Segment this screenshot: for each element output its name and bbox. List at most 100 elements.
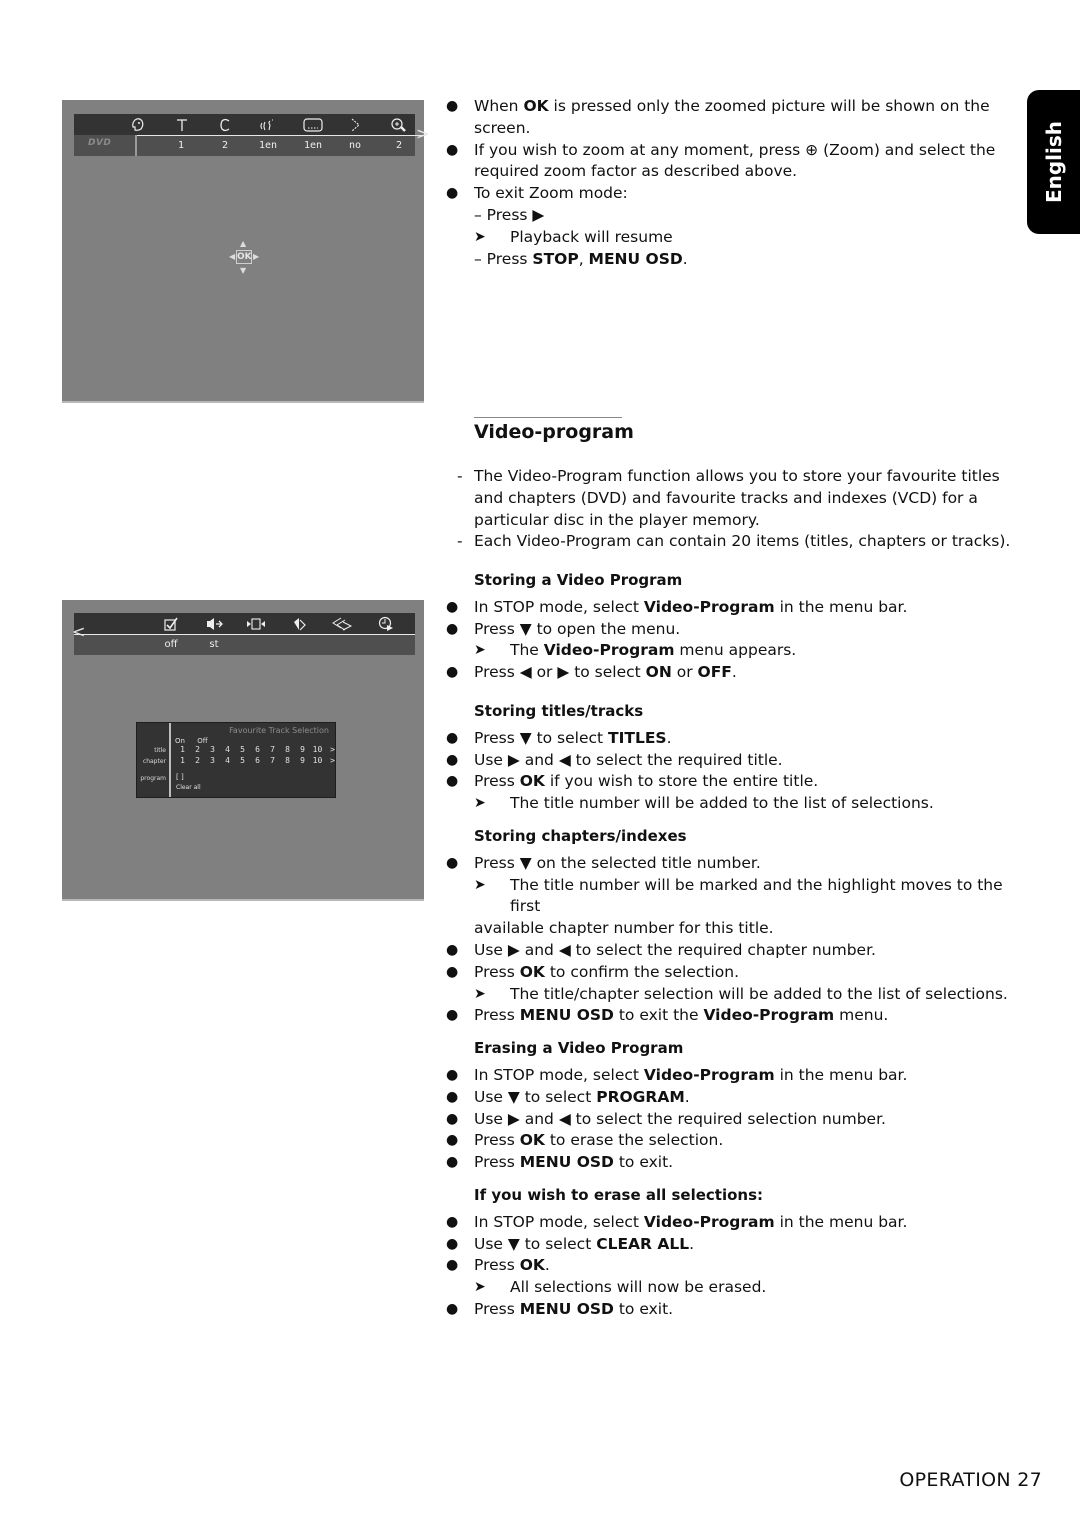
list-item: Each Video-Program can contain 20 items …	[446, 531, 1026, 553]
instruction-step: Press MENU OSD to exit.	[446, 1152, 1026, 1174]
title-number-2[interactable]: 2	[190, 745, 205, 754]
title-number-7[interactable]: 7	[265, 745, 280, 754]
title-number-10[interactable]: 10	[310, 745, 325, 754]
video-program-description: The Video-Program function allows you to…	[446, 466, 1026, 553]
arrow-down-icon: ▼	[240, 266, 247, 275]
list-item: – Press STOP, MENU OSD.	[474, 249, 688, 268]
title-number-5[interactable]: 5	[235, 745, 250, 754]
subsection: Storing a Video Program In STOP mode, sel…	[446, 570, 1026, 684]
instruction-step: In STOP mode, select Video-Program in th…	[446, 1065, 1026, 1087]
instruction-step: Use ▼ to select PROGRAM.	[446, 1087, 1026, 1109]
on-option[interactable]: On	[175, 737, 185, 745]
chevron-right-icon[interactable]: >	[325, 745, 340, 754]
title-number-8[interactable]: 8	[280, 745, 295, 754]
result-note: The title number will be marked and the …	[446, 875, 1026, 919]
frame-by-frame-icon[interactable]	[245, 615, 267, 633]
chapter-number-4[interactable]: 4	[220, 756, 235, 765]
instruction-step: In STOP mode, select Video-Program in th…	[446, 1212, 1026, 1234]
arrow-right-icon: ▶	[253, 252, 260, 261]
chapter-number-9[interactable]: 9	[295, 756, 310, 765]
osd-menu-bar: < off st	[72, 613, 415, 655]
language-tab: English	[1027, 90, 1080, 234]
chapter-number-6[interactable]: 6	[250, 756, 265, 765]
clear-all-option[interactable]: Clear all	[176, 784, 201, 791]
title-number-1[interactable]: 1	[175, 745, 190, 754]
list-item: – Press ▶	[474, 205, 545, 224]
panel-title: Favourite Track Selection	[229, 726, 329, 735]
subtitle-icon[interactable]	[302, 116, 324, 134]
instruction-step: If you wish to zoom at any moment, press…	[446, 140, 1026, 184]
subsection-heading: Storing chapters/indexes	[474, 826, 687, 845]
title-icon[interactable]	[171, 116, 193, 134]
ok-button-icon: OK	[236, 250, 252, 264]
chapter-row-label: chapter	[142, 758, 166, 765]
instruction-step: Press OK to confirm the selection.	[446, 962, 1026, 984]
chevron-left-icon[interactable]: <	[72, 624, 85, 640]
subsection: Erasing a Video Program In STOP mode, sel…	[446, 1038, 1026, 1174]
subsection-heading: Erasing a Video Program	[474, 1039, 684, 1058]
menu-value-chapter: 2	[221, 140, 229, 151]
title-number-row: 1 2 3 4 5 6 7 8 9 10 >	[175, 745, 340, 754]
instruction-step: Press ▼ to open the menu.	[446, 619, 1026, 641]
audio-language-icon[interactable]	[257, 116, 279, 134]
subsection: Storing titles/tracks Press ▼ to select T…	[446, 701, 1026, 815]
instruction-step: Press ◀ or ▶ to select ON or OFF.	[446, 662, 1026, 684]
chapter-number-5[interactable]: 5	[235, 756, 250, 765]
instruction-step: In STOP mode, select Video-Program in th…	[446, 597, 1026, 619]
off-option[interactable]: Off	[197, 737, 207, 745]
menu-value-subtitle: 1en	[303, 140, 323, 151]
time-search-icon[interactable]	[375, 615, 397, 633]
subsection-heading: Storing titles/tracks	[474, 701, 644, 720]
section-title: Video-program	[474, 421, 634, 443]
zoom-instructions: When OK is pressed only the zoomed pictu…	[446, 96, 1026, 270]
slow-motion-icon[interactable]	[288, 615, 310, 633]
instruction-step: To exit Zoom mode:	[446, 183, 1026, 205]
program-row-label: program	[140, 775, 166, 782]
chapter-icon[interactable]	[214, 116, 236, 134]
video-program-subsections: Storing a Video Program In STOP mode, sel…	[446, 570, 1026, 1321]
result-note: The Video-Program menu appears.	[446, 640, 1026, 662]
title-number-3[interactable]: 3	[205, 745, 220, 754]
instruction-step: Use ▶ and ◀ to select the required selec…	[446, 1109, 1026, 1131]
instruction-step: When OK is pressed only the zoomed pictu…	[446, 96, 1026, 140]
subsection: Storing chapters/indexes Press ▼ on the s…	[446, 826, 1026, 1027]
fast-motion-icon[interactable]	[331, 615, 353, 633]
chapter-number-row: 1 2 3 4 5 6 7 8 9 10 >	[175, 756, 340, 765]
instruction-step: Press OK to erase the selection.	[446, 1130, 1026, 1152]
instruction-step: Press OK if you wish to store the entire…	[446, 771, 1026, 793]
osd-menu-bar: DVD 1 2 1en 1en no 2 >	[74, 114, 429, 156]
chevron-right-icon[interactable]: >	[416, 126, 429, 142]
menu-value-zoom: 2	[395, 140, 403, 151]
instruction-step: Press MENU OSD to exit.	[446, 1299, 1026, 1321]
instruction-step: Use ▶ and ◀ to select the required title…	[446, 750, 1026, 772]
sound-icon[interactable]	[203, 615, 225, 633]
subsection-heading: Storing a Video Program	[474, 571, 683, 589]
arrow-left-icon: ◀	[229, 252, 236, 261]
zoom-icon[interactable]	[388, 116, 410, 134]
chapter-number-10[interactable]: 10	[310, 756, 325, 765]
title-number-4[interactable]: 4	[220, 745, 235, 754]
chevron-right-icon[interactable]: >	[325, 756, 340, 765]
video-program-icon[interactable]	[160, 615, 182, 633]
program-value[interactable]: [ ]	[176, 773, 184, 781]
angle-icon[interactable]	[344, 116, 366, 134]
user-preferences-icon[interactable]	[127, 116, 149, 134]
menu-value-video-program: off	[164, 639, 178, 650]
title-number-6[interactable]: 6	[250, 745, 265, 754]
chapter-number-1[interactable]: 1	[175, 756, 190, 765]
osd-screen-video-program: < off st Favourite Track Selection On Of…	[62, 600, 424, 901]
subsection-heading: If you wish to erase all selections:	[474, 1185, 764, 1204]
instruction-step: Use ▶ and ◀ to select the required chapt…	[446, 940, 1026, 962]
osd-screen-zoom: DVD 1 2 1en 1en no 2 > ▲ ◀ OK ▶ ▼	[62, 100, 429, 403]
chapter-number-3[interactable]: 3	[205, 756, 220, 765]
dvd-logo: DVD	[88, 138, 112, 148]
chapter-number-8[interactable]: 8	[280, 756, 295, 765]
chapter-number-7[interactable]: 7	[265, 756, 280, 765]
result-note: The title number will be added to the li…	[446, 793, 1026, 815]
page-footer: OPERATION 27	[899, 1469, 1042, 1491]
title-number-9[interactable]: 9	[295, 745, 310, 754]
chapter-number-2[interactable]: 2	[190, 756, 205, 765]
instruction-step: Press ▼ to select TITLES.	[446, 728, 1026, 750]
menu-value-sound: st	[209, 639, 219, 650]
subsection: If you wish to erase all selections: In S…	[446, 1185, 1026, 1321]
